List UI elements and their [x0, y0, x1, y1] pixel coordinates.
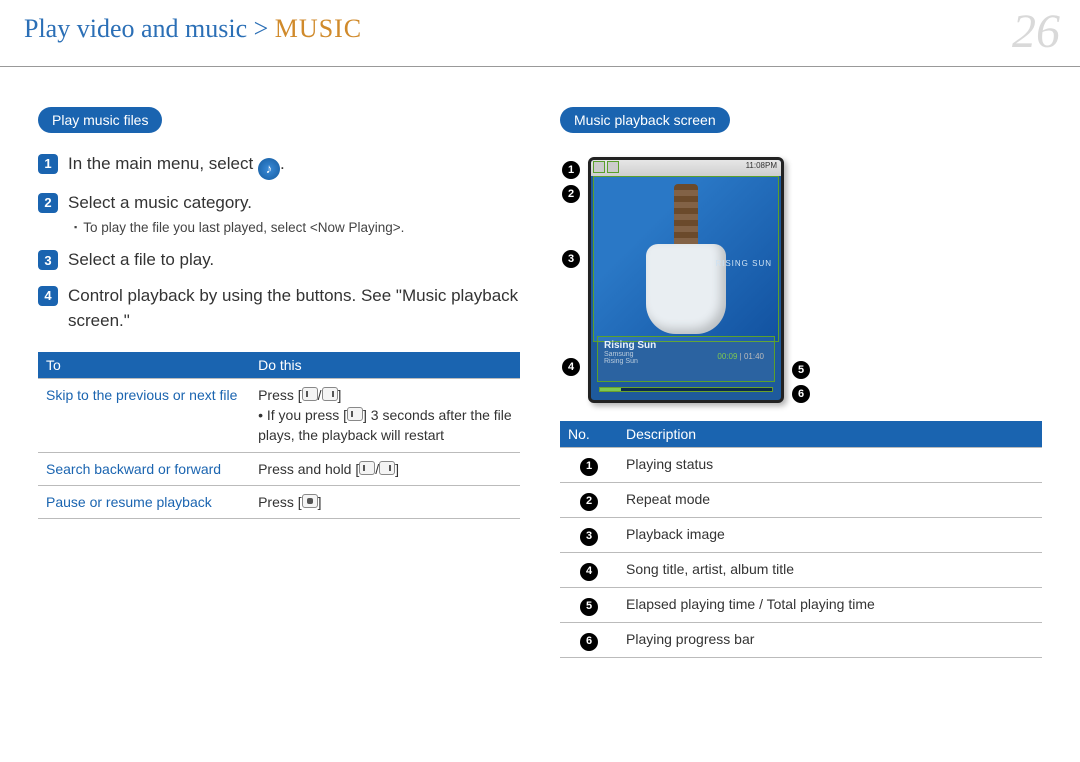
table-row: Pause or resume playback Press []	[38, 485, 520, 518]
table-row: 2 Repeat mode	[560, 482, 1042, 517]
th-do: Do this	[250, 352, 520, 379]
callout-3: 3	[562, 250, 580, 268]
row-num-4: 4	[580, 563, 598, 581]
callouts-left: 1 2 3 4	[560, 157, 582, 403]
section-pill-play-music: Play music files	[38, 107, 162, 133]
next-button-icon	[322, 387, 338, 401]
step-3: 3 Select a file to play.	[38, 247, 520, 273]
callout-5: 5	[792, 361, 810, 379]
repeat-mode-icon	[607, 161, 619, 173]
row-desc-5: Elapsed playing time / Total playing tim…	[618, 587, 1042, 622]
page-header: 26 Play video and music > MUSIC	[0, 0, 1080, 67]
prev-button-icon	[302, 387, 318, 401]
total-time: 01:40	[744, 352, 764, 361]
row-num-1: 1	[580, 458, 598, 476]
callout-1: 1	[562, 161, 580, 179]
callout-6: 6	[792, 385, 810, 403]
device-screen-mock: 11:08PM RISING SUN Rising Sun Samsung Ri…	[588, 157, 784, 403]
table-row: 6 Playing progress bar	[560, 622, 1042, 657]
row-desc-6: Playing progress bar	[618, 622, 1042, 657]
track-info: Rising Sun Samsung Rising Sun 00:09 | 01…	[597, 336, 775, 382]
td-do-pause: Press []	[250, 485, 520, 518]
step-2: 2 Select a music category.	[38, 190, 520, 216]
row-desc-3: Playback image	[618, 517, 1042, 552]
right-column: Music playback screen 1 2 3 4 11:08PM	[560, 107, 1042, 658]
td-do-search: Press and hold [/]	[250, 452, 520, 485]
step-num-1: 1	[38, 154, 58, 174]
row-num-2: 2	[580, 493, 598, 511]
th-no: No.	[560, 421, 618, 448]
td-to-search: Search backward or forward	[38, 452, 250, 485]
row-desc-4: Song title, artist, album title	[618, 552, 1042, 587]
screen-diagram: 1 2 3 4 11:08PM	[560, 157, 1042, 403]
page-title: Play video and music > MUSIC	[24, 14, 362, 43]
description-table: No. Description 1 Playing status 2 Repea…	[560, 421, 1042, 658]
step-3-text: Select a file to play.	[68, 247, 520, 273]
step-1: 1 In the main menu, select ♪.	[38, 151, 520, 180]
callouts-right: 5 6	[790, 157, 812, 403]
step-4-text: Control playback by using the buttons. S…	[68, 283, 520, 334]
th-to: To	[38, 352, 250, 379]
center-button-icon	[302, 494, 318, 508]
album-art-label: RISING SUN	[715, 259, 772, 268]
left-column: Play music files 1 In the main menu, sel…	[38, 107, 520, 658]
rew-button-icon	[359, 461, 375, 475]
progress-fill	[600, 388, 621, 391]
table-row: Search backward or forward Press and hol…	[38, 452, 520, 485]
action-table: To Do this Skip to the previous or next …	[38, 352, 520, 519]
r1-post: ]	[395, 461, 399, 477]
music-icon: ♪	[258, 158, 280, 180]
table-row: Skip to the previous or next file Press …	[38, 378, 520, 452]
r0-note-pre: If you press [	[267, 407, 347, 423]
table-row: 5 Elapsed playing time / Total playing t…	[560, 587, 1042, 622]
steps-list: 1 In the main menu, select ♪. 2 Select a…	[38, 151, 520, 215]
r0-pre: Press [	[258, 387, 302, 403]
step-2-text: Select a music category.	[68, 190, 520, 216]
title-sub: MUSIC	[275, 14, 362, 43]
play-status-icon	[593, 161, 605, 173]
r1-pre: Press and hold [	[258, 461, 359, 477]
r0-post: ]	[338, 387, 342, 403]
table-row: 1 Playing status	[560, 448, 1042, 483]
r2-pre: Press [	[258, 494, 302, 510]
step-num-3: 3	[38, 250, 58, 270]
row-desc-2: Repeat mode	[618, 482, 1042, 517]
row-num-6: 6	[580, 633, 598, 651]
prev-button-icon-2	[347, 407, 363, 421]
callout-4: 4	[562, 358, 580, 376]
status-bar: 11:08PM	[591, 160, 781, 176]
progress-bar	[599, 387, 773, 392]
step-1-text: In the main menu, select ♪.	[68, 151, 520, 180]
step-num-4: 4	[38, 286, 58, 306]
row-desc-1: Playing status	[618, 448, 1042, 483]
page-number: 26	[1012, 4, 1060, 59]
table-row: 3 Playback image	[560, 517, 1042, 552]
title-main: Play video and music >	[24, 14, 275, 43]
td-do-skip: Press [/] • If you press [] 3 seconds af…	[250, 378, 520, 452]
table-row: 4 Song title, artist, album title	[560, 552, 1042, 587]
step-num-2: 2	[38, 193, 58, 213]
song-title: Rising Sun	[604, 340, 768, 351]
td-to-pause: Pause or resume playback	[38, 485, 250, 518]
td-to-skip: Skip to the previous or next file	[38, 378, 250, 452]
step-1-post: .	[280, 154, 285, 173]
r0-mid: /	[318, 387, 322, 403]
elapsed-time: 00:09	[717, 352, 737, 361]
step-1-pre: In the main menu, select	[68, 154, 258, 173]
callout-2: 2	[562, 185, 580, 203]
r2-post: ]	[318, 494, 322, 510]
section-pill-playback-screen: Music playback screen	[560, 107, 730, 133]
clock-label: 11:08PM	[746, 161, 777, 170]
row-num-5: 5	[580, 598, 598, 616]
step-4: 4 Control playback by using the buttons.…	[38, 283, 520, 334]
row-num-3: 3	[580, 528, 598, 546]
time-display: 00:09 | 01:40	[717, 352, 764, 361]
content-area: Play music files 1 In the main menu, sel…	[0, 67, 1080, 658]
step-2-note: To play the file you last played, select…	[74, 220, 520, 235]
steps-list-cont: 3 Select a file to play. 4 Control playb…	[38, 247, 520, 334]
ff-button-icon	[379, 461, 395, 475]
th-desc: Description	[618, 421, 1042, 448]
playback-image: RISING SUN	[593, 176, 779, 342]
